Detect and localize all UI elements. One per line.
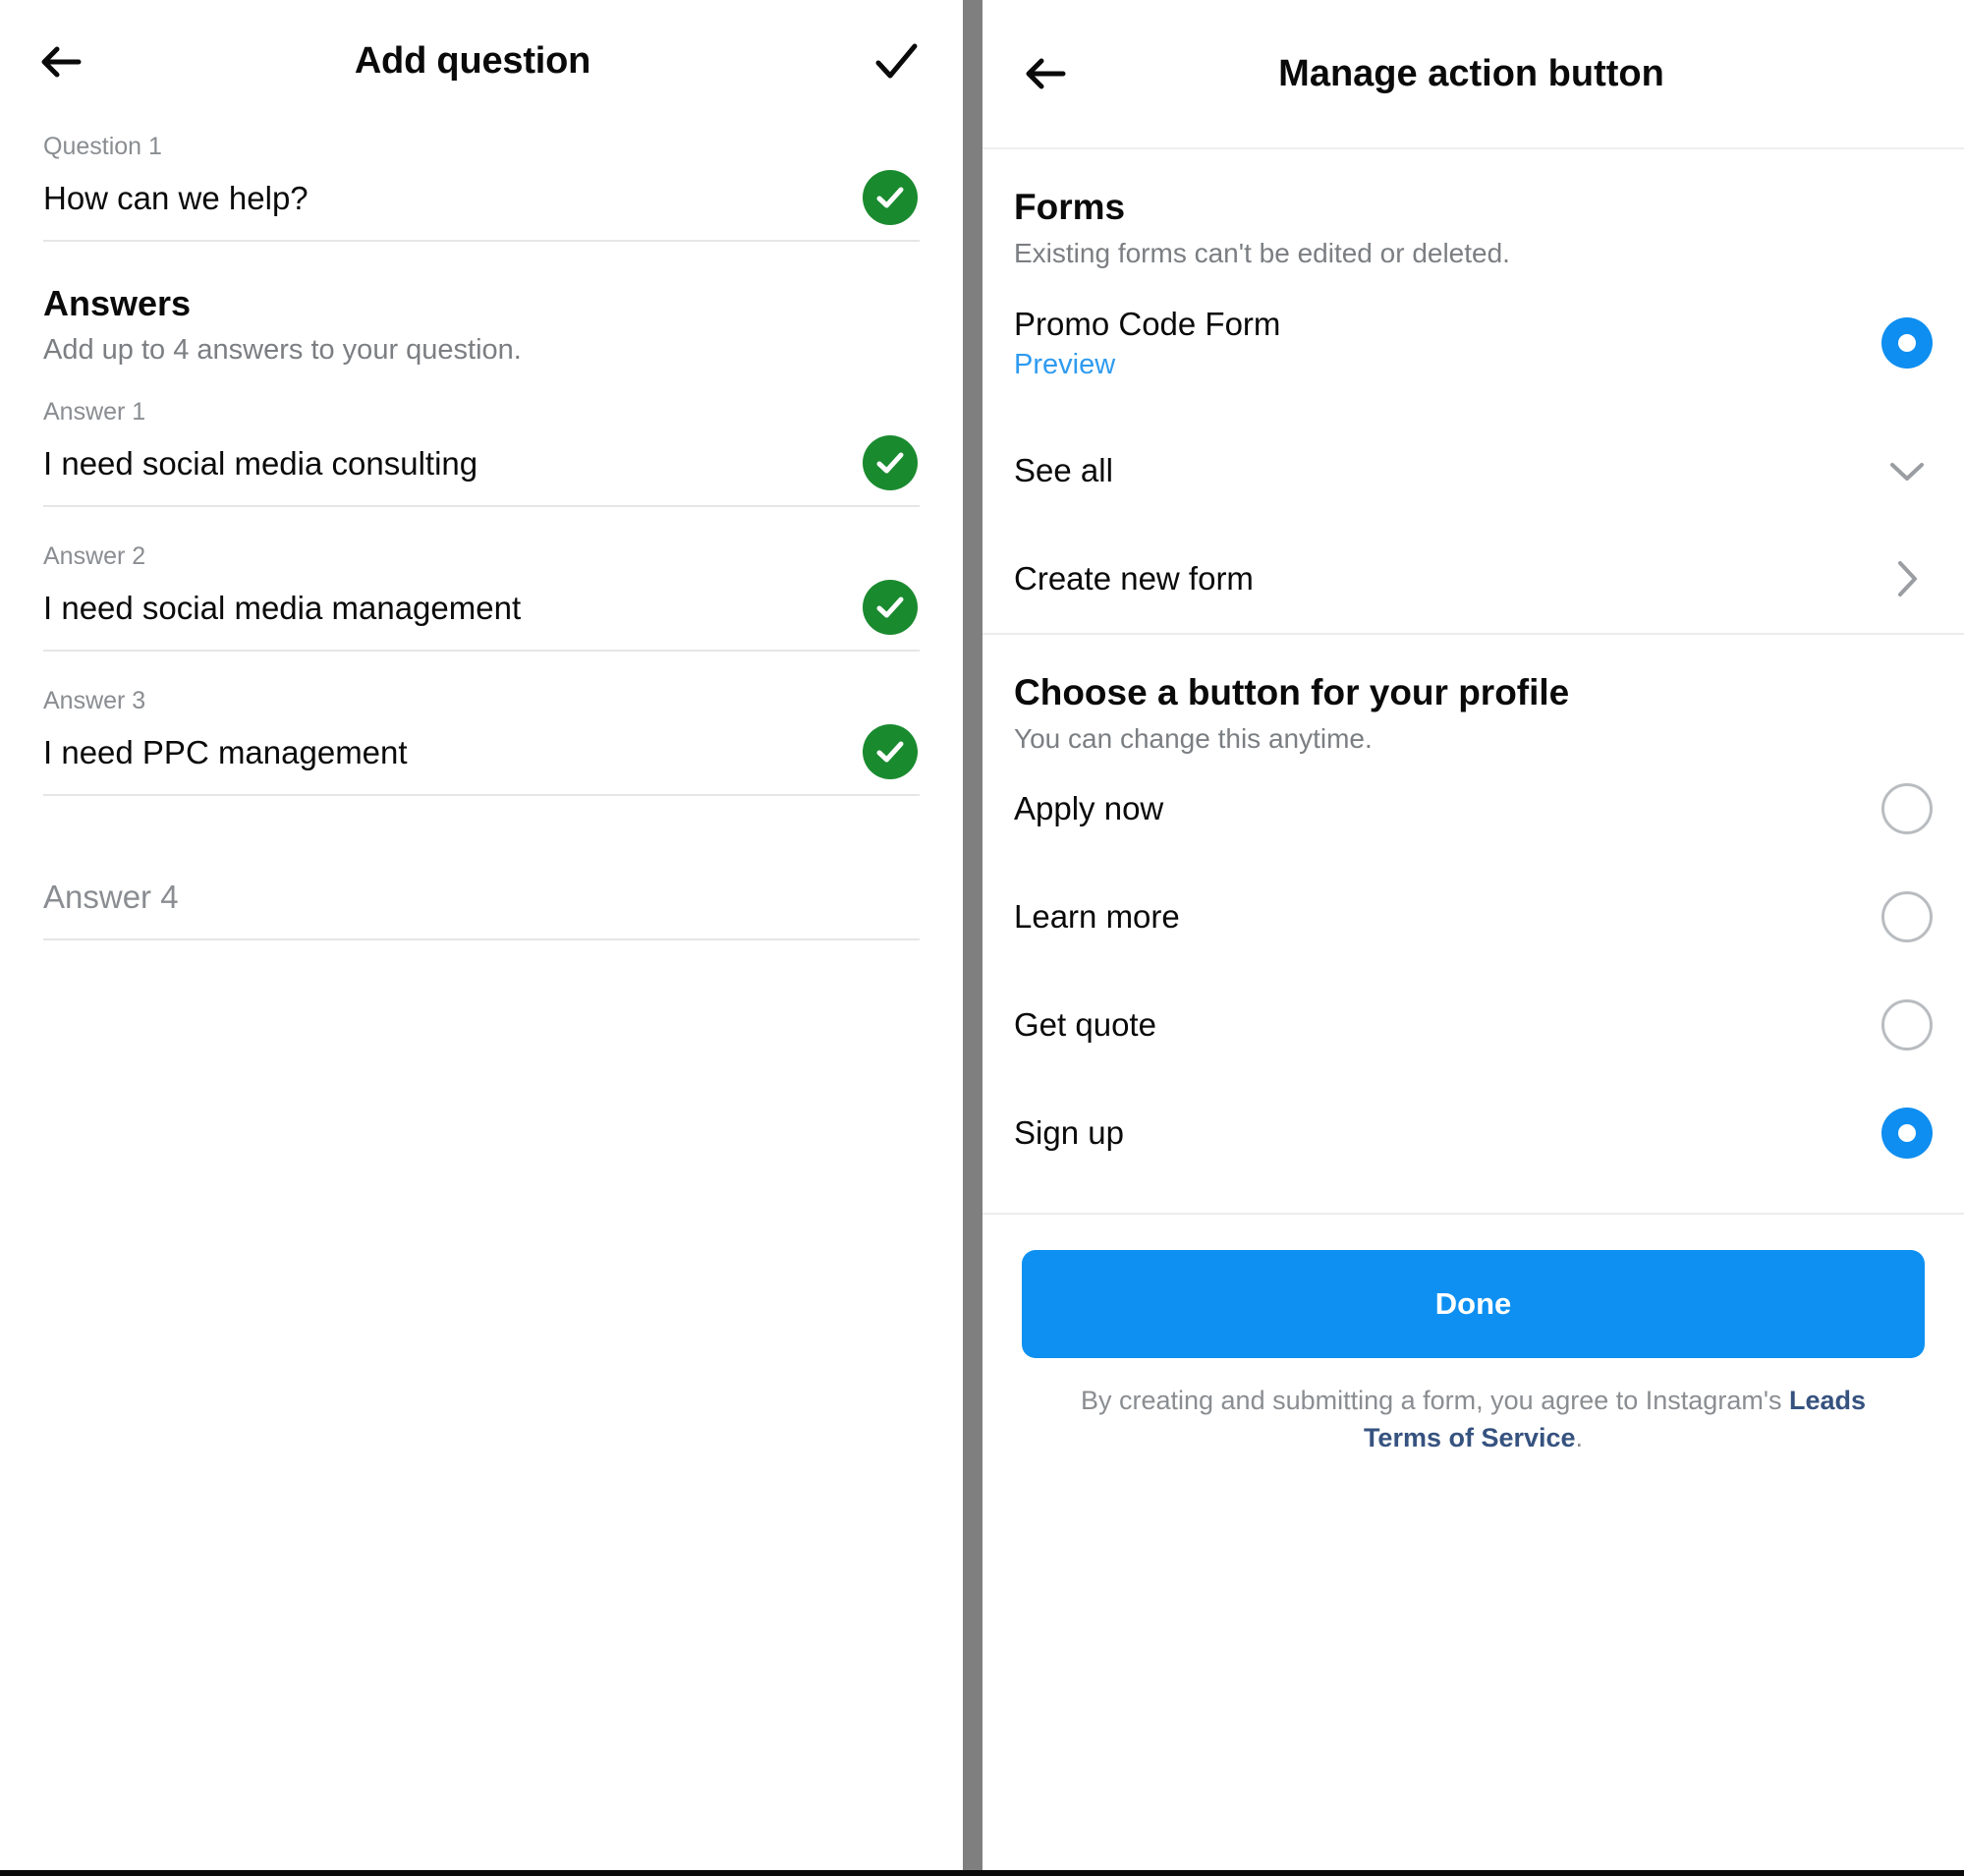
answer-input[interactable]: I need social media management	[43, 586, 863, 641]
answer-row-3: Answer 3 I need PPC management	[0, 677, 963, 796]
action-option-radio[interactable]	[1881, 891, 1933, 942]
answers-section-header: Answers Add up to 4 answers to your ques…	[0, 283, 963, 367]
see-all-text: See all	[1014, 452, 1881, 489]
answers-title: Answers	[43, 283, 192, 323]
form-preview-link[interactable]: Preview	[1014, 349, 1881, 381]
choose-button-title: Choose a button for your profile	[1014, 672, 1570, 712]
action-option-label: Learn more	[1014, 898, 1180, 935]
answer-input-row[interactable]: I need social media management	[43, 577, 920, 652]
action-option-apply-now[interactable]: Apply now	[982, 755, 1964, 863]
action-option-get-quote[interactable]: Get quote	[982, 971, 1964, 1079]
answer-input-row[interactable]: I need PPC management	[43, 721, 920, 796]
tos-prefix: By creating and submitting a form, you a…	[1080, 1386, 1789, 1415]
action-option-text: Get quote	[1014, 1006, 1881, 1044]
answer-row-1: Answer 1 I need social media consulting	[0, 388, 963, 507]
create-new-form-text: Create new form	[1014, 560, 1881, 597]
forms-subtitle: Existing forms can't be edited or delete…	[1014, 238, 1510, 268]
action-option-label: Get quote	[1014, 1006, 1156, 1043]
green-check-circle-icon	[863, 435, 918, 490]
answer-input[interactable]: Answer 4	[43, 875, 920, 930]
page-title: Add question	[354, 40, 591, 82]
question-input[interactable]: How can we help?	[43, 176, 863, 231]
checkmark-icon[interactable]	[867, 34, 926, 89]
choose-button-subtitle: You can change this anytime.	[1014, 723, 1373, 754]
answer-input[interactable]: I need PPC management	[43, 730, 863, 785]
action-option-sign-up[interactable]: Sign up	[982, 1079, 1964, 1187]
answer-label: Answer 3	[43, 687, 146, 714]
form-item-promo-code[interactable]: Promo Code Form Preview	[982, 269, 1964, 417]
action-option-radio[interactable]	[1881, 783, 1933, 834]
chevron-right-icon[interactable]	[1881, 553, 1933, 604]
question-input-row[interactable]: How can we help?	[43, 167, 920, 242]
forms-title: Forms	[1014, 187, 1126, 227]
see-all-label: See all	[1014, 452, 1113, 488]
action-option-text: Apply now	[1014, 790, 1881, 827]
question-field-block: Question 1 How can we help?	[0, 123, 963, 242]
footer-actions: Done	[982, 1215, 1964, 1358]
page-title: Manage action button	[1278, 52, 1664, 94]
answer-label	[43, 822, 920, 860]
green-check-circle-icon	[863, 170, 918, 225]
question-label: Question 1	[43, 133, 162, 160]
green-check-circle-icon	[863, 580, 918, 635]
form-item-text: Promo Code Form Preview	[1014, 306, 1881, 381]
create-new-form-label: Create new form	[1014, 560, 1254, 597]
chevron-down-icon[interactable]	[1881, 445, 1933, 496]
choose-button-section-header: Choose a button for your profile You can…	[982, 635, 1964, 755]
answer-input[interactable]: I need social media consulting	[43, 441, 863, 496]
terms-of-service-text: By creating and submitting a form, you a…	[982, 1358, 1964, 1457]
action-option-label: Sign up	[1014, 1114, 1124, 1151]
manage-action-button-screen: Manage action button Forms Existing form…	[982, 0, 1964, 1870]
answer-label: Answer 2	[43, 542, 146, 570]
action-option-text: Learn more	[1014, 898, 1881, 936]
right-header-bar: Manage action button	[982, 0, 1964, 147]
action-option-learn-more[interactable]: Learn more	[982, 863, 1964, 971]
form-radio-selected[interactable]	[1881, 317, 1933, 369]
tos-suffix: .	[1575, 1423, 1584, 1453]
dual-phone-screenshot: Add question Question 1 How can we help?	[0, 0, 1964, 1876]
answer-row-2: Answer 2 I need social media management	[0, 533, 963, 652]
form-name: Promo Code Form	[1014, 305, 1281, 342]
action-option-label: Apply now	[1014, 790, 1164, 826]
forms-section-header: Forms Existing forms can't be edited or …	[982, 149, 1964, 269]
action-option-text: Sign up	[1014, 1114, 1881, 1152]
green-check-circle-icon	[863, 724, 918, 779]
question-spacer	[0, 242, 963, 283]
done-button[interactable]: Done	[1022, 1250, 1925, 1358]
answer-row-4: Answer 4	[0, 822, 963, 940]
answers-subtitle: Add up to 4 answers to your question.	[43, 334, 522, 366]
action-option-radio[interactable]	[1881, 999, 1933, 1051]
panel-divider	[963, 0, 982, 1870]
left-header-bar: Add question	[0, 0, 963, 123]
back-arrow-icon[interactable]	[1018, 46, 1073, 101]
create-new-form-row[interactable]: Create new form	[982, 525, 1964, 633]
see-all-row[interactable]: See all	[982, 417, 1964, 525]
add-question-screen: Add question Question 1 How can we help?	[0, 0, 963, 1870]
answer-input-row[interactable]: Answer 4	[43, 866, 920, 940]
answer-label: Answer 1	[43, 398, 146, 426]
answer-input-row[interactable]: I need social media consulting	[43, 432, 920, 507]
action-option-radio-selected[interactable]	[1881, 1108, 1933, 1159]
